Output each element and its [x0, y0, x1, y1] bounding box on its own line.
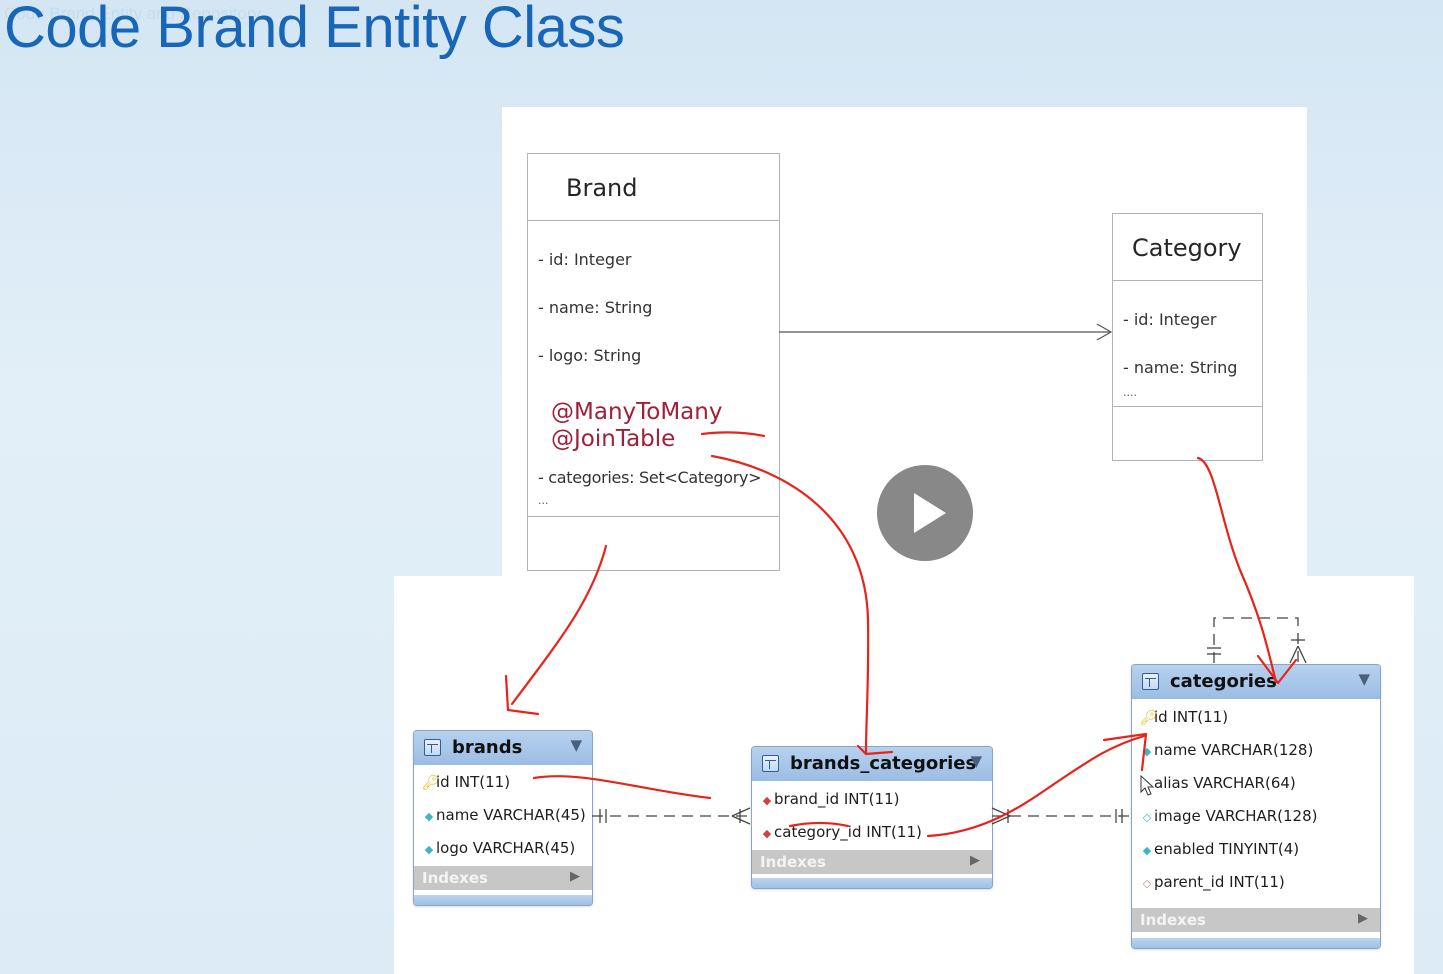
erd-table-title: brands: [452, 737, 523, 758]
annotation-many-to-many: @ManyToMany: [551, 399, 723, 425]
table-icon: [762, 755, 779, 772]
column-label: category_id INT(11): [774, 823, 922, 841]
uml-divider: [1113, 406, 1262, 407]
erd-column-row: 🔑︎id INT(11): [1140, 706, 1228, 728]
foreign-key-icon: ◆: [762, 827, 772, 840]
erd-column-row: ◆ brand_id INT(11): [760, 788, 900, 810]
column-label: brand_id INT(11): [774, 790, 900, 808]
erd-table-title: brands_categories: [790, 753, 977, 774]
column-label: logo VARCHAR(45): [436, 839, 576, 857]
uml-attribute: - logo: String: [538, 346, 642, 365]
video-play-button[interactable]: [877, 465, 973, 561]
column-label: parent_id INT(11): [1154, 873, 1285, 891]
uml-ellipsis: ....: [1123, 386, 1137, 399]
uml-class-brand: Brand - id: Integer - name: String - log…: [527, 153, 780, 571]
erd-table-categories[interactable]: categories ▼ 🔑︎id INT(11) ◆ name VARCHAR(…: [1131, 664, 1381, 949]
column-label: id INT(11): [436, 773, 511, 791]
uml-class-category: Category - id: Integer - name: String ..…: [1112, 213, 1263, 461]
erd-table-footer: [414, 895, 592, 905]
expand-arrow-icon[interactable]: ▶: [570, 869, 580, 884]
uml-class-name: Brand: [566, 174, 638, 202]
page-title: Code Brand Entity Class: [4, 0, 625, 60]
uml-ellipsis: ...: [538, 494, 549, 507]
uml-attribute: - name: String: [1123, 358, 1238, 377]
erd-table-brands-categories[interactable]: brands_categories ▼ ◆ brand_id INT(11) ◆ c…: [751, 746, 993, 889]
column-label: name VARCHAR(128): [1154, 741, 1314, 759]
erd-table-header[interactable]: categories ▼: [1132, 665, 1380, 699]
erd-table-brands[interactable]: brands ▼ 🔑︎id INT(11) ◆ name VARCHAR(45) …: [413, 730, 593, 906]
erd-table-header[interactable]: brands_categories ▼: [752, 747, 992, 781]
uml-attribute-categories: - categories: Set<Category>: [538, 468, 762, 487]
column-label: image VARCHAR(128): [1154, 807, 1318, 825]
erd-column-row: ◆ name VARCHAR(45): [422, 804, 586, 826]
uml-divider: [528, 220, 779, 221]
erd-column-row: ◇alias VARCHAR(64): [1140, 772, 1296, 794]
foreign-key-icon: ◆: [762, 794, 772, 807]
table-icon: [424, 739, 441, 756]
column-icon: ◇: [1142, 811, 1152, 824]
erd-table-header[interactable]: brands ▼: [414, 731, 592, 765]
column-label: name VARCHAR(45): [436, 806, 586, 824]
indexes-label: Indexes: [1140, 911, 1206, 929]
dropdown-arrow-icon[interactable]: ▼: [970, 752, 982, 770]
mouse-cursor-icon: [1140, 775, 1155, 796]
erd-indexes-bar[interactable]: Indexes ▶: [752, 850, 992, 874]
column-label: enabled TINYINT(4): [1154, 840, 1300, 858]
erd-table-title: categories: [1170, 671, 1277, 692]
play-icon: [914, 493, 946, 533]
erd-column-row: ◆ category_id INT(11): [760, 821, 922, 843]
column-icon: ◆: [424, 810, 434, 823]
erd-column-row: ◆ logo VARCHAR(45): [422, 837, 576, 859]
indexes-label: Indexes: [422, 869, 488, 887]
erd-table-footer: [1132, 938, 1380, 948]
erd-column-row: ◇ parent_id INT(11): [1140, 871, 1285, 893]
column-icon: ◆: [1142, 745, 1152, 758]
column-icon: ◆: [424, 843, 434, 856]
column-label: id INT(11): [1154, 708, 1229, 726]
dropdown-arrow-icon[interactable]: ▼: [570, 736, 582, 754]
dropdown-arrow-icon[interactable]: ▼: [1358, 670, 1370, 688]
annotation-join-table: @JoinTable: [551, 426, 676, 452]
uml-class-name: Category: [1132, 234, 1242, 262]
erd-column-row: ◆ name VARCHAR(128): [1140, 739, 1314, 761]
uml-attribute: - id: Integer: [1123, 310, 1217, 329]
erd-indexes-bar[interactable]: Indexes ▶: [414, 866, 592, 890]
uml-attribute: - id: Integer: [538, 250, 632, 269]
key-icon: 🔑︎: [422, 775, 440, 791]
uml-attribute: - name: String: [538, 298, 653, 317]
erd-column-row: 🔑︎id INT(11): [422, 771, 510, 793]
column-icon: ◇: [1142, 877, 1152, 890]
column-label: alias VARCHAR(64): [1154, 774, 1296, 792]
erd-column-row: ◇ image VARCHAR(128): [1140, 805, 1318, 827]
table-icon: [1142, 673, 1159, 690]
key-icon: 🔑︎: [1140, 710, 1158, 726]
erd-column-row: ◆ enabled TINYINT(4): [1140, 838, 1299, 860]
uml-divider: [1113, 280, 1262, 281]
expand-arrow-icon[interactable]: ▶: [1358, 911, 1368, 926]
column-icon: ◆: [1142, 844, 1152, 857]
uml-divider: [528, 516, 779, 517]
erd-table-footer: [752, 878, 992, 888]
indexes-label: Indexes: [760, 853, 826, 871]
expand-arrow-icon[interactable]: ▶: [970, 853, 980, 868]
erd-indexes-bar[interactable]: Indexes ▶: [1132, 908, 1380, 932]
